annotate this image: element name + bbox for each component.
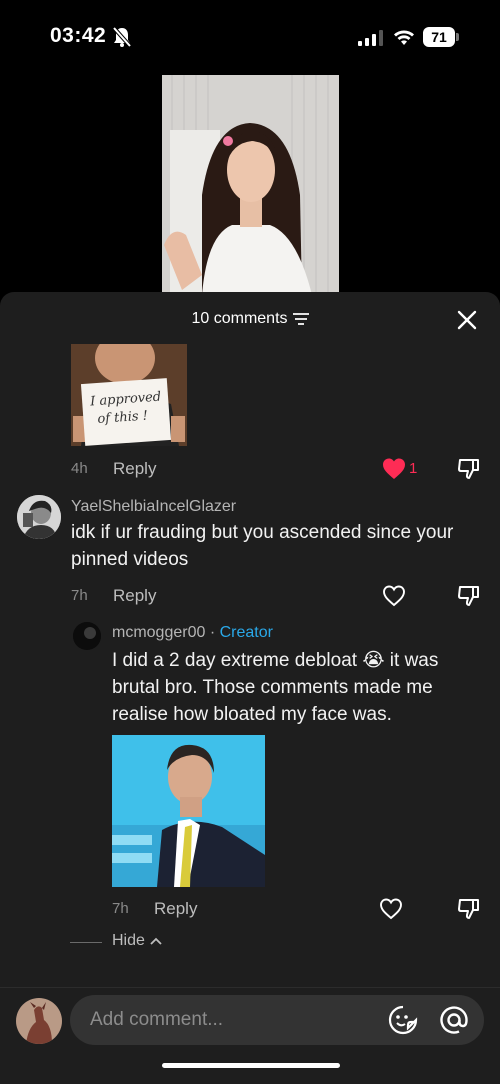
handwritten-sign: I approved of this !	[80, 378, 172, 446]
comment-count-header[interactable]: 10 comments	[0, 310, 500, 328]
creator-avatar[interactable]	[73, 622, 101, 650]
reply-username[interactable]: mcmogger00	[112, 624, 205, 641]
avatar[interactable]	[17, 495, 61, 539]
video-preview[interactable]	[162, 75, 339, 295]
sheet-header: 10 comments	[0, 292, 500, 344]
like-count: 1	[409, 460, 418, 477]
mention-at-icon[interactable]	[439, 1005, 469, 1035]
comment-timestamp: 4h	[71, 460, 88, 477]
add-comment-input[interactable]	[70, 995, 484, 1045]
comment-count: 10 comments	[191, 310, 288, 327]
comments-sheet: 10 comments I approved of this ! 4h Repl…	[0, 292, 500, 1084]
comment-text: idk if ur frauding but you ascended sinc…	[71, 522, 454, 570]
dislike-icon[interactable]	[456, 583, 482, 609]
heart-filled-icon[interactable]	[381, 456, 407, 482]
divider	[70, 942, 102, 943]
reply-username-row: mcmogger00 · Creator	[112, 624, 273, 642]
reply-button[interactable]: Reply	[113, 586, 156, 606]
bell-slash-icon	[112, 26, 132, 48]
reply-timestamp: 7h	[112, 900, 129, 917]
wifi-icon	[394, 30, 414, 45]
sort-filter-icon[interactable]	[292, 312, 309, 325]
comment-username[interactable]: YaelShelbiaIncelGlazer	[71, 498, 236, 516]
status-bar: 03:42 71	[0, 0, 500, 74]
battery-icon: 71	[423, 27, 459, 47]
video-frame-image	[162, 75, 339, 295]
reply-button[interactable]: Reply	[113, 459, 156, 479]
user-avatar[interactable]	[16, 998, 62, 1044]
heart-outline-icon[interactable]	[381, 583, 407, 609]
home-indicator	[162, 1063, 340, 1068]
reply-text: I did a 2 day extreme debloat 😭 it was b…	[112, 650, 439, 725]
reply-button[interactable]: Reply	[154, 899, 197, 919]
dislike-icon[interactable]	[456, 896, 482, 922]
status-time: 03:42	[50, 24, 107, 47]
heart-outline-icon[interactable]	[378, 896, 404, 922]
chevron-up-icon	[150, 937, 162, 945]
dislike-icon[interactable]	[456, 456, 482, 482]
cellular-signal-icon	[358, 30, 383, 46]
comment-attachment-image[interactable]: I approved of this !	[71, 344, 187, 446]
reply-attachment-image[interactable]	[112, 735, 265, 887]
close-icon[interactable]	[455, 308, 479, 332]
hide-label: Hide	[112, 932, 145, 949]
username-separator: ·	[205, 624, 220, 641]
comment-input-bar	[0, 987, 500, 1084]
battery-level: 71	[423, 27, 455, 47]
comment-timestamp: 7h	[71, 587, 88, 604]
emoji-sticker-icon[interactable]	[388, 1005, 418, 1035]
creator-badge: Creator	[219, 624, 273, 641]
